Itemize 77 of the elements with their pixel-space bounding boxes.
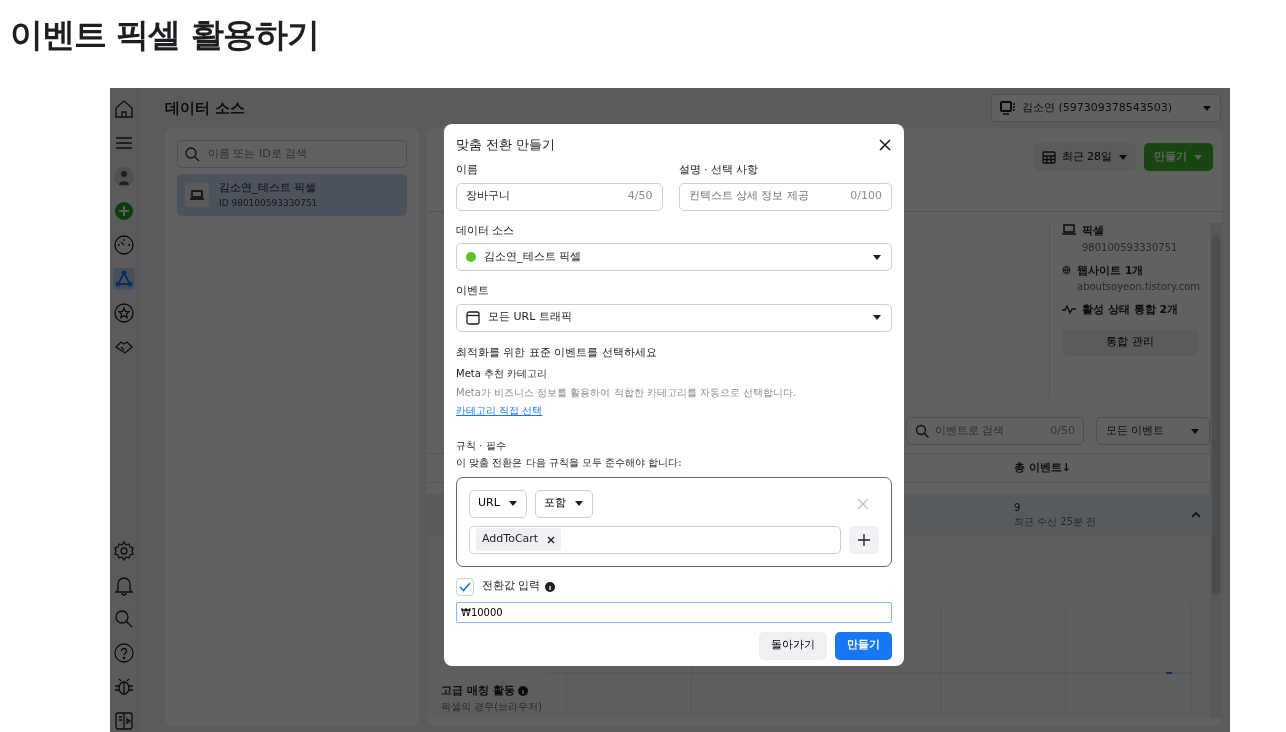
back-button[interactable]: 돌아가기: [759, 631, 827, 660]
close-icon[interactable]: [878, 138, 892, 152]
checkbox-label: 전환값 입력: [482, 578, 541, 595]
field-label: 규칙 · 필수: [456, 438, 507, 453]
source-name: 김소연_테스트 픽셀: [219, 180, 317, 196]
add-icon[interactable]: [112, 200, 135, 222]
network-icon[interactable]: [112, 268, 135, 290]
field-label: 설명 · 선택 사항: [678, 162, 760, 178]
section-heading: 최적화를 위한 표준 이벤트를 선택하세요: [456, 344, 658, 361]
search-icon[interactable]: [112, 608, 135, 630]
value-field[interactable]: AddToCart: [469, 525, 841, 554]
caret-icon: [1190, 427, 1200, 435]
avatar-icon[interactable]: [112, 166, 135, 188]
account-icon: [1000, 101, 1016, 115]
info-detail: 980100593330751: [1082, 240, 1178, 255]
page-title: 이벤트 픽셀 활용하기: [10, 14, 320, 56]
field-label: 이벤트: [456, 283, 490, 299]
data-source-dropdown[interactable]: 김소연_테스트 픽셀: [456, 243, 892, 271]
name-field[interactable]: 장바구니 4/50: [456, 182, 663, 211]
source-item[interactable]: 김소연_테스트 픽셀 ID 980100593330751: [177, 174, 407, 216]
token-label: AddToCart: [482, 531, 539, 548]
caret-icon: [507, 500, 518, 507]
home-icon[interactable]: [112, 98, 135, 120]
source-id: ID 980100593330751: [219, 196, 318, 210]
info-icon: [517, 685, 528, 696]
rules-description: 이 맞춤 전환은 다음 규칙을 모두 준수해야 합니다:: [456, 455, 683, 470]
info-icon: [544, 581, 555, 592]
calendar-icon: [1041, 150, 1056, 164]
browser-icon: [466, 310, 480, 325]
info-title: 픽셀: [1082, 223, 1105, 239]
event-total: 9: [1014, 501, 1022, 515]
chevron-up-icon[interactable]: [1190, 511, 1202, 519]
info-title: 웹사이트 1개: [1077, 262, 1145, 279]
search-icon: [184, 146, 200, 162]
close-icon[interactable]: [547, 535, 556, 544]
create-button[interactable]: 만들기: [835, 631, 892, 660]
settings-icon[interactable]: [112, 540, 135, 562]
search-icon: [915, 424, 929, 438]
column-header[interactable]: 총 이벤트↓: [1014, 459, 1072, 477]
help-icon[interactable]: [112, 642, 135, 664]
info-detail: aboutsoyeon.tistory.com: [1077, 280, 1200, 294]
amount-field[interactable]: ₩10000: [456, 601, 892, 623]
field-label: 데이터 소스: [456, 222, 516, 239]
dialog-title: 맞춤 전환 만들기: [456, 136, 556, 155]
laptop-icon: [190, 190, 204, 200]
caret-icon: [872, 314, 882, 321]
caret-icon: [1202, 104, 1212, 112]
caret-icon: [573, 500, 584, 507]
plus-icon: [858, 533, 870, 546]
account-selector[interactable]: 김소연 (597309378543503): [991, 94, 1221, 122]
add-button[interactable]: [849, 525, 879, 554]
manage-button[interactable]: 통합 관리: [1062, 328, 1198, 356]
date-range-button[interactable]: 최근 28일: [1033, 143, 1136, 171]
category-link[interactable]: 카테고리 직접 선택: [456, 403, 543, 418]
event-filter-dropdown[interactable]: 모든 이벤트: [1096, 417, 1210, 445]
checkbox[interactable]: [456, 577, 474, 596]
check-icon: [459, 581, 471, 592]
caret-icon: [1193, 153, 1203, 161]
matching-title: 고급 매칭 활동: [441, 682, 515, 699]
operator-dropdown[interactable]: 포함: [534, 489, 593, 518]
event-dropdown[interactable]: 모든 URL 트래픽: [456, 303, 892, 332]
page-heading: 데이터 소스: [165, 97, 246, 119]
caret-icon: [872, 253, 882, 261]
char-counter: 0/100: [850, 188, 882, 205]
laptop-icon: [1062, 223, 1076, 237]
bell-icon[interactable]: [112, 574, 135, 596]
description-field[interactable]: 컨텍스트 상세 정보 제공 0/100: [678, 182, 892, 211]
category-note: Meta가 비즈니스 정보를 활용하여 적합한 카테고리를 자동으로 선택합니다.: [456, 386, 798, 400]
char-counter: 4/50: [627, 188, 653, 205]
gauge-icon[interactable]: [112, 234, 135, 256]
panel-icon[interactable]: [112, 710, 135, 732]
category-label: Meta 추천 카테고리: [456, 367, 549, 381]
bug-icon[interactable]: [112, 676, 135, 698]
field-dropdown[interactable]: URL: [469, 489, 527, 518]
info-title: 활성 상태 통합 2개: [1082, 302, 1179, 318]
field-label: 이름: [456, 162, 479, 178]
caret-icon: [1118, 153, 1128, 161]
